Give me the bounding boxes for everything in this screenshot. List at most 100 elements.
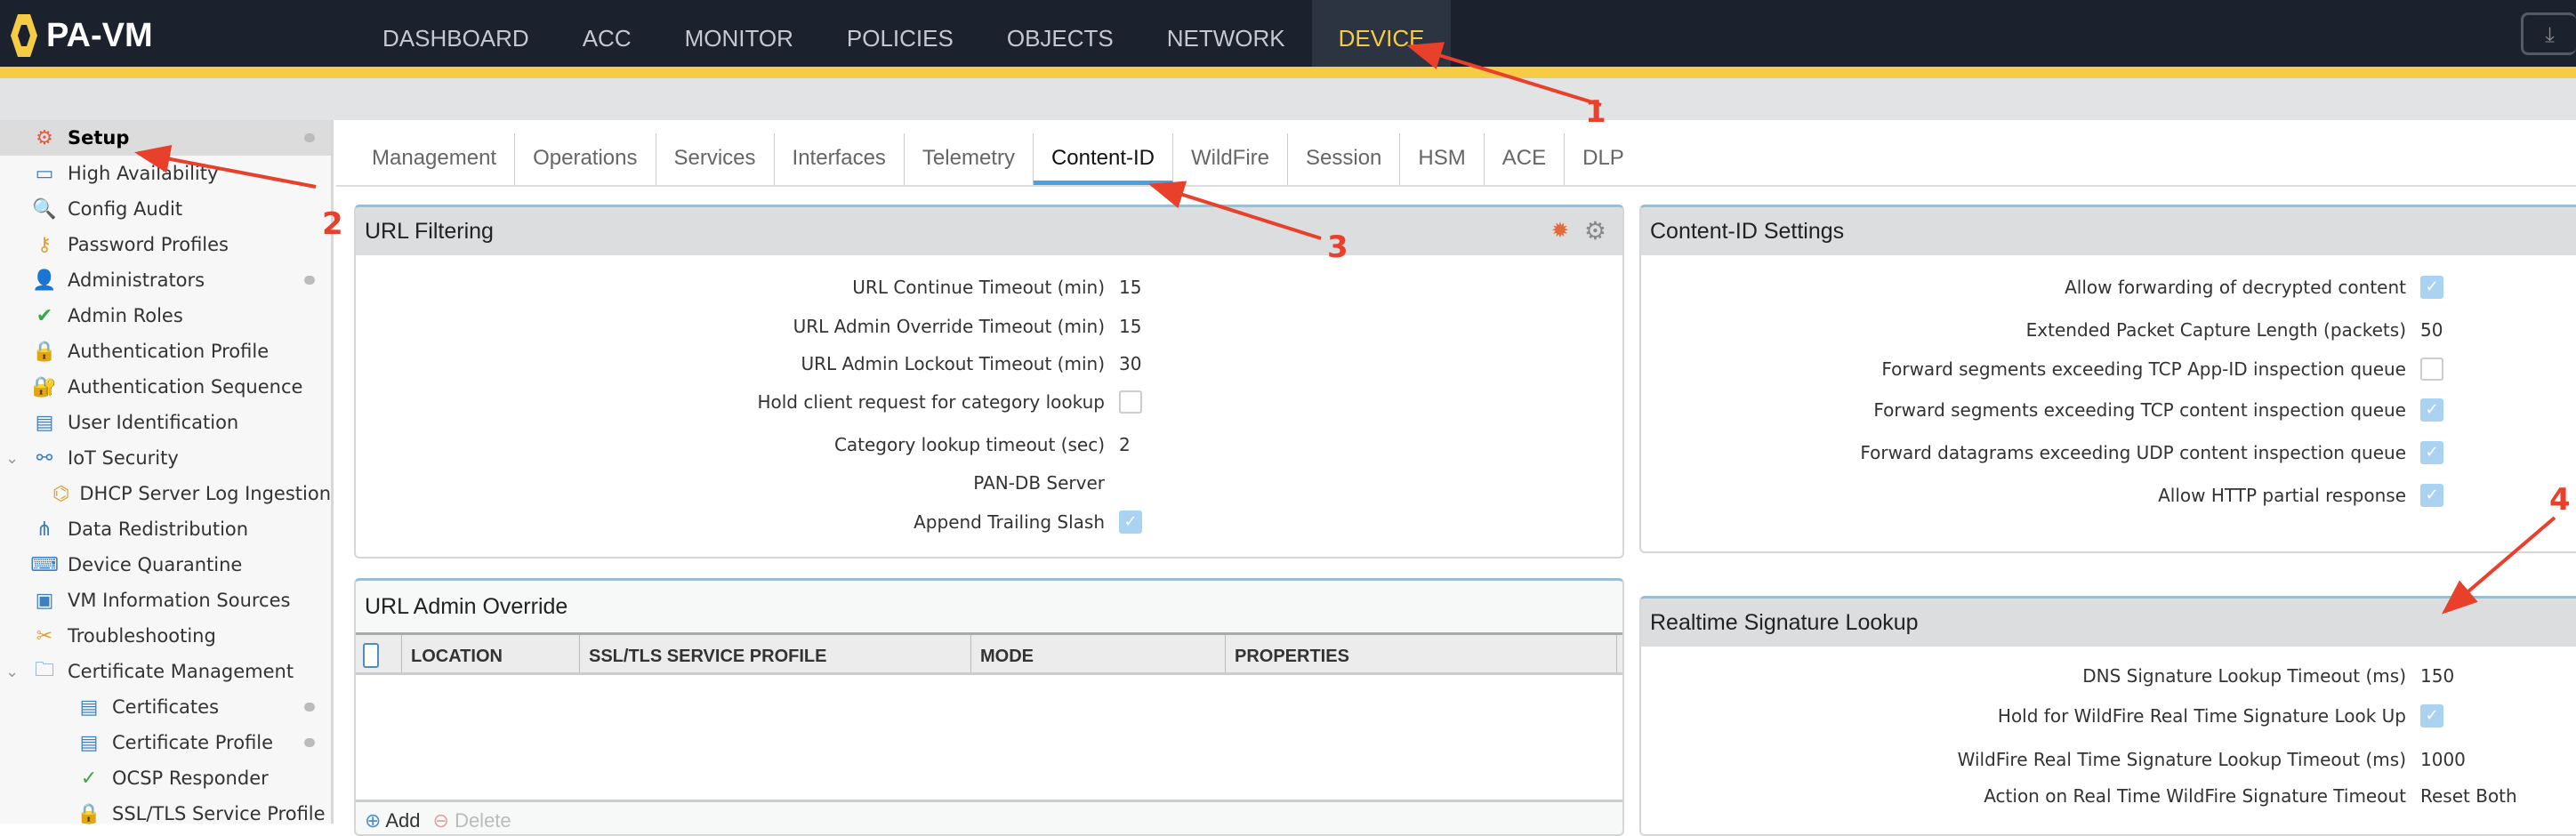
sidebar-item-vm-information-sources[interactable]: ▣ VM Information Sources bbox=[0, 583, 331, 618]
field-forward-datagrams-exceeding-udp-content-inspection-queue: Forward datagrams exceeding UDP content … bbox=[1641, 439, 2443, 466]
tab-divider bbox=[336, 185, 2576, 187]
column-location[interactable]: LOCATION bbox=[402, 635, 580, 672]
sidebar-item-authentication-profile[interactable]: 🔒 Authentication Profile bbox=[0, 334, 331, 369]
nav-device[interactable]: DEVICE bbox=[1311, 0, 1452, 67]
field-category-lookup-timeout-sec: Category lookup timeout (sec) 2 bbox=[356, 431, 1131, 458]
quarantine-icon: ⌨ bbox=[30, 553, 59, 576]
panel-title: Content-ID Settings bbox=[1641, 207, 2576, 255]
sidebar-item-label: Certificate Profile bbox=[112, 732, 274, 753]
realtime-signature-lookup-panel: Realtime Signature Lookup DNS Signature … bbox=[1639, 596, 2576, 836]
tab-session[interactable]: Session bbox=[1288, 133, 1401, 185]
tab-operations[interactable]: Operations bbox=[515, 133, 656, 185]
sidebar-item-password-profiles[interactable]: ⚷ Password Profiles bbox=[0, 227, 331, 262]
checkbox[interactable] bbox=[1119, 390, 1142, 414]
tab-management[interactable]: Management bbox=[354, 133, 516, 185]
sidebar-item-certificates[interactable]: ▤ Certificates bbox=[0, 689, 331, 725]
field-value[interactable]: 1000 bbox=[2420, 749, 2466, 770]
sidebar-item-ocsp-responder[interactable]: ✓ OCSP Responder bbox=[0, 760, 331, 796]
field-label: Extended Packet Capture Length (packets) bbox=[2025, 319, 2406, 341]
add-label: Add bbox=[385, 809, 421, 832]
nav-policies[interactable]: POLICIES bbox=[820, 0, 980, 67]
sidebar-item-ssl-tls-service-profile[interactable]: 🔒 SSL/TLS Service Profile bbox=[0, 796, 331, 832]
checkbox[interactable]: ✓ bbox=[2420, 441, 2443, 464]
field-wildfire-real-time-signature-lookup-timeout-ms: WildFire Real Time Signature Lookup Time… bbox=[1641, 746, 2466, 773]
field-label: Action on Real Time WildFire Signature T… bbox=[1984, 785, 2406, 807]
add-button[interactable]: ⊕ Add bbox=[365, 809, 421, 832]
sidebar-item-device-quarantine[interactable]: ⌨ Device Quarantine bbox=[0, 547, 331, 583]
column-ssl-tls-service-profile[interactable]: SSL/TLS SERVICE PROFILE bbox=[580, 635, 971, 672]
field-label: Allow HTTP partial response bbox=[2158, 485, 2406, 506]
sidebar-item-certificate-management[interactable]: ⌄ 🗀 Certificate Management bbox=[0, 654, 331, 689]
sidebar-item-user-identification[interactable]: ▤ User Identification bbox=[0, 405, 331, 440]
tab-ace[interactable]: ACE bbox=[1485, 133, 1566, 185]
sidebar-item-dhcp-server-log-ingestion[interactable]: ⌬ DHCP Server Log Ingestion bbox=[0, 476, 331, 511]
column-properties[interactable]: PROPERTIES bbox=[1226, 635, 1617, 672]
nav-dashboard[interactable]: DASHBOARD bbox=[356, 0, 556, 67]
accent-stripe bbox=[0, 67, 2576, 78]
checkbox[interactable]: ✓ bbox=[2420, 398, 2443, 422]
sidebar-item-setup[interactable]: ⚙ Setup bbox=[0, 120, 331, 156]
tab-services[interactable]: Services bbox=[656, 133, 775, 185]
checkbox[interactable]: ✓ bbox=[2420, 704, 2443, 727]
checkbox[interactable]: ✓ bbox=[1119, 510, 1142, 534]
sidebar-item-troubleshooting[interactable]: ✂ Troubleshooting bbox=[0, 618, 331, 654]
tab-content-id[interactable]: Content-ID bbox=[1033, 133, 1174, 185]
tab-telemetry[interactable]: Telemetry bbox=[905, 133, 1034, 185]
sidebar-item-certificate-profile[interactable]: ▤ Certificate Profile bbox=[0, 725, 331, 760]
refresh-icon[interactable]: ✹ bbox=[1551, 207, 1569, 255]
tab-interfaces[interactable]: Interfaces bbox=[775, 133, 905, 185]
sidebar-item-high-availability[interactable]: ▭ High Availability bbox=[0, 156, 331, 191]
chevron-down-icon[interactable]: ⌄ bbox=[0, 449, 30, 468]
nav-acc[interactable]: ACC bbox=[556, 0, 658, 67]
delete-label: Delete bbox=[455, 809, 511, 832]
field-value[interactable]: 150 bbox=[2420, 665, 2454, 687]
sidebar-item-administrators[interactable]: 👤 Administrators bbox=[0, 262, 331, 298]
field-value[interactable]: 50 bbox=[2420, 319, 2443, 341]
chevron-down-icon[interactable]: ⌄ bbox=[0, 663, 30, 681]
field-label: Allow forwarding of decrypted content bbox=[2065, 277, 2406, 298]
field-forward-segments-exceeding-tcp-app-id-inspection-queue: Forward segments exceeding TCP App-ID in… bbox=[1641, 356, 2443, 382]
sidebar-item-admin-roles[interactable]: ✔ Admin Roles bbox=[0, 298, 331, 334]
nav-monitor[interactable]: MONITOR bbox=[658, 0, 820, 67]
field-forward-segments-exceeding-tcp-content-inspection-queue: Forward segments exceeding TCP content i… bbox=[1641, 397, 2443, 423]
field-value[interactable]: 15 bbox=[1119, 316, 1141, 337]
field-action-on-real-time-wildfire-signature-timeout: Action on Real Time WildFire Signature T… bbox=[1641, 783, 2517, 809]
annotation-3: 3 bbox=[1327, 229, 1348, 265]
sidebar-item-authentication-sequence[interactable]: 🔐 Authentication Sequence bbox=[0, 369, 331, 405]
field-value[interactable]: 30 bbox=[1119, 353, 1141, 374]
delete-button[interactable]: ⊖ Delete bbox=[433, 809, 511, 832]
field-value[interactable]: Reset Both bbox=[2420, 785, 2517, 807]
sidebar-item-label: Authentication Profile bbox=[68, 341, 270, 362]
checkbox[interactable]: ✓ bbox=[2420, 484, 2443, 507]
tab-dlp[interactable]: DLP bbox=[1565, 133, 1642, 185]
key-icon: ⚷ bbox=[36, 233, 52, 256]
sidebar-item-label: Troubleshooting bbox=[68, 625, 216, 647]
sidebar-item-config-audit[interactable]: 🔍 Config Audit bbox=[0, 191, 331, 227]
content-id-settings-panel: Content-ID Settings Allow forwarding of … bbox=[1639, 205, 2576, 553]
field-hold-client-request-for-category-lookup: Hold client request for category lookup bbox=[356, 389, 1142, 415]
user-icon: 👤 bbox=[32, 269, 57, 292]
field-label: Hold for WildFire Real Time Signature Lo… bbox=[1997, 705, 2406, 727]
field-value[interactable]: 15 bbox=[1119, 277, 1141, 298]
sidebar-item-label: Authentication Sequence bbox=[68, 376, 303, 398]
sidebar-item-data-redistribution[interactable]: ⋔ Data Redistribution bbox=[0, 511, 331, 547]
commit-download-icon[interactable]: ⤓ bbox=[2521, 12, 2576, 55]
sidebar-item-label: Admin Roles bbox=[68, 305, 183, 326]
plus-icon: ⊕ bbox=[365, 809, 382, 832]
nav-network[interactable]: NETWORK bbox=[1140, 0, 1312, 67]
gear-icon[interactable]: ⚙ bbox=[1584, 207, 1606, 255]
checkbox[interactable]: ✓ bbox=[2420, 276, 2443, 299]
field-label: Forward datagrams exceeding UDP content … bbox=[1860, 442, 2406, 463]
tab-wildfire[interactable]: WildFire bbox=[1173, 133, 1289, 185]
panel-title: Realtime Signature Lookup bbox=[1641, 599, 2576, 647]
sidebar-item-label: Config Audit bbox=[68, 198, 183, 220]
checkbox[interactable] bbox=[2420, 358, 2443, 381]
field-label: URL Admin Override Timeout (min) bbox=[793, 316, 1105, 337]
annotation-1: 1 bbox=[1585, 94, 1606, 130]
select-all-checkbox[interactable] bbox=[363, 643, 379, 668]
tab-hsm[interactable]: HSM bbox=[1400, 133, 1485, 185]
column-mode[interactable]: MODE bbox=[971, 635, 1226, 672]
sidebar-item-iot-security[interactable]: ⌄ ⚯ IoT Security bbox=[0, 440, 331, 476]
nav-objects[interactable]: OBJECTS bbox=[980, 0, 1140, 67]
field-value[interactable]: 2 bbox=[1119, 434, 1131, 455]
